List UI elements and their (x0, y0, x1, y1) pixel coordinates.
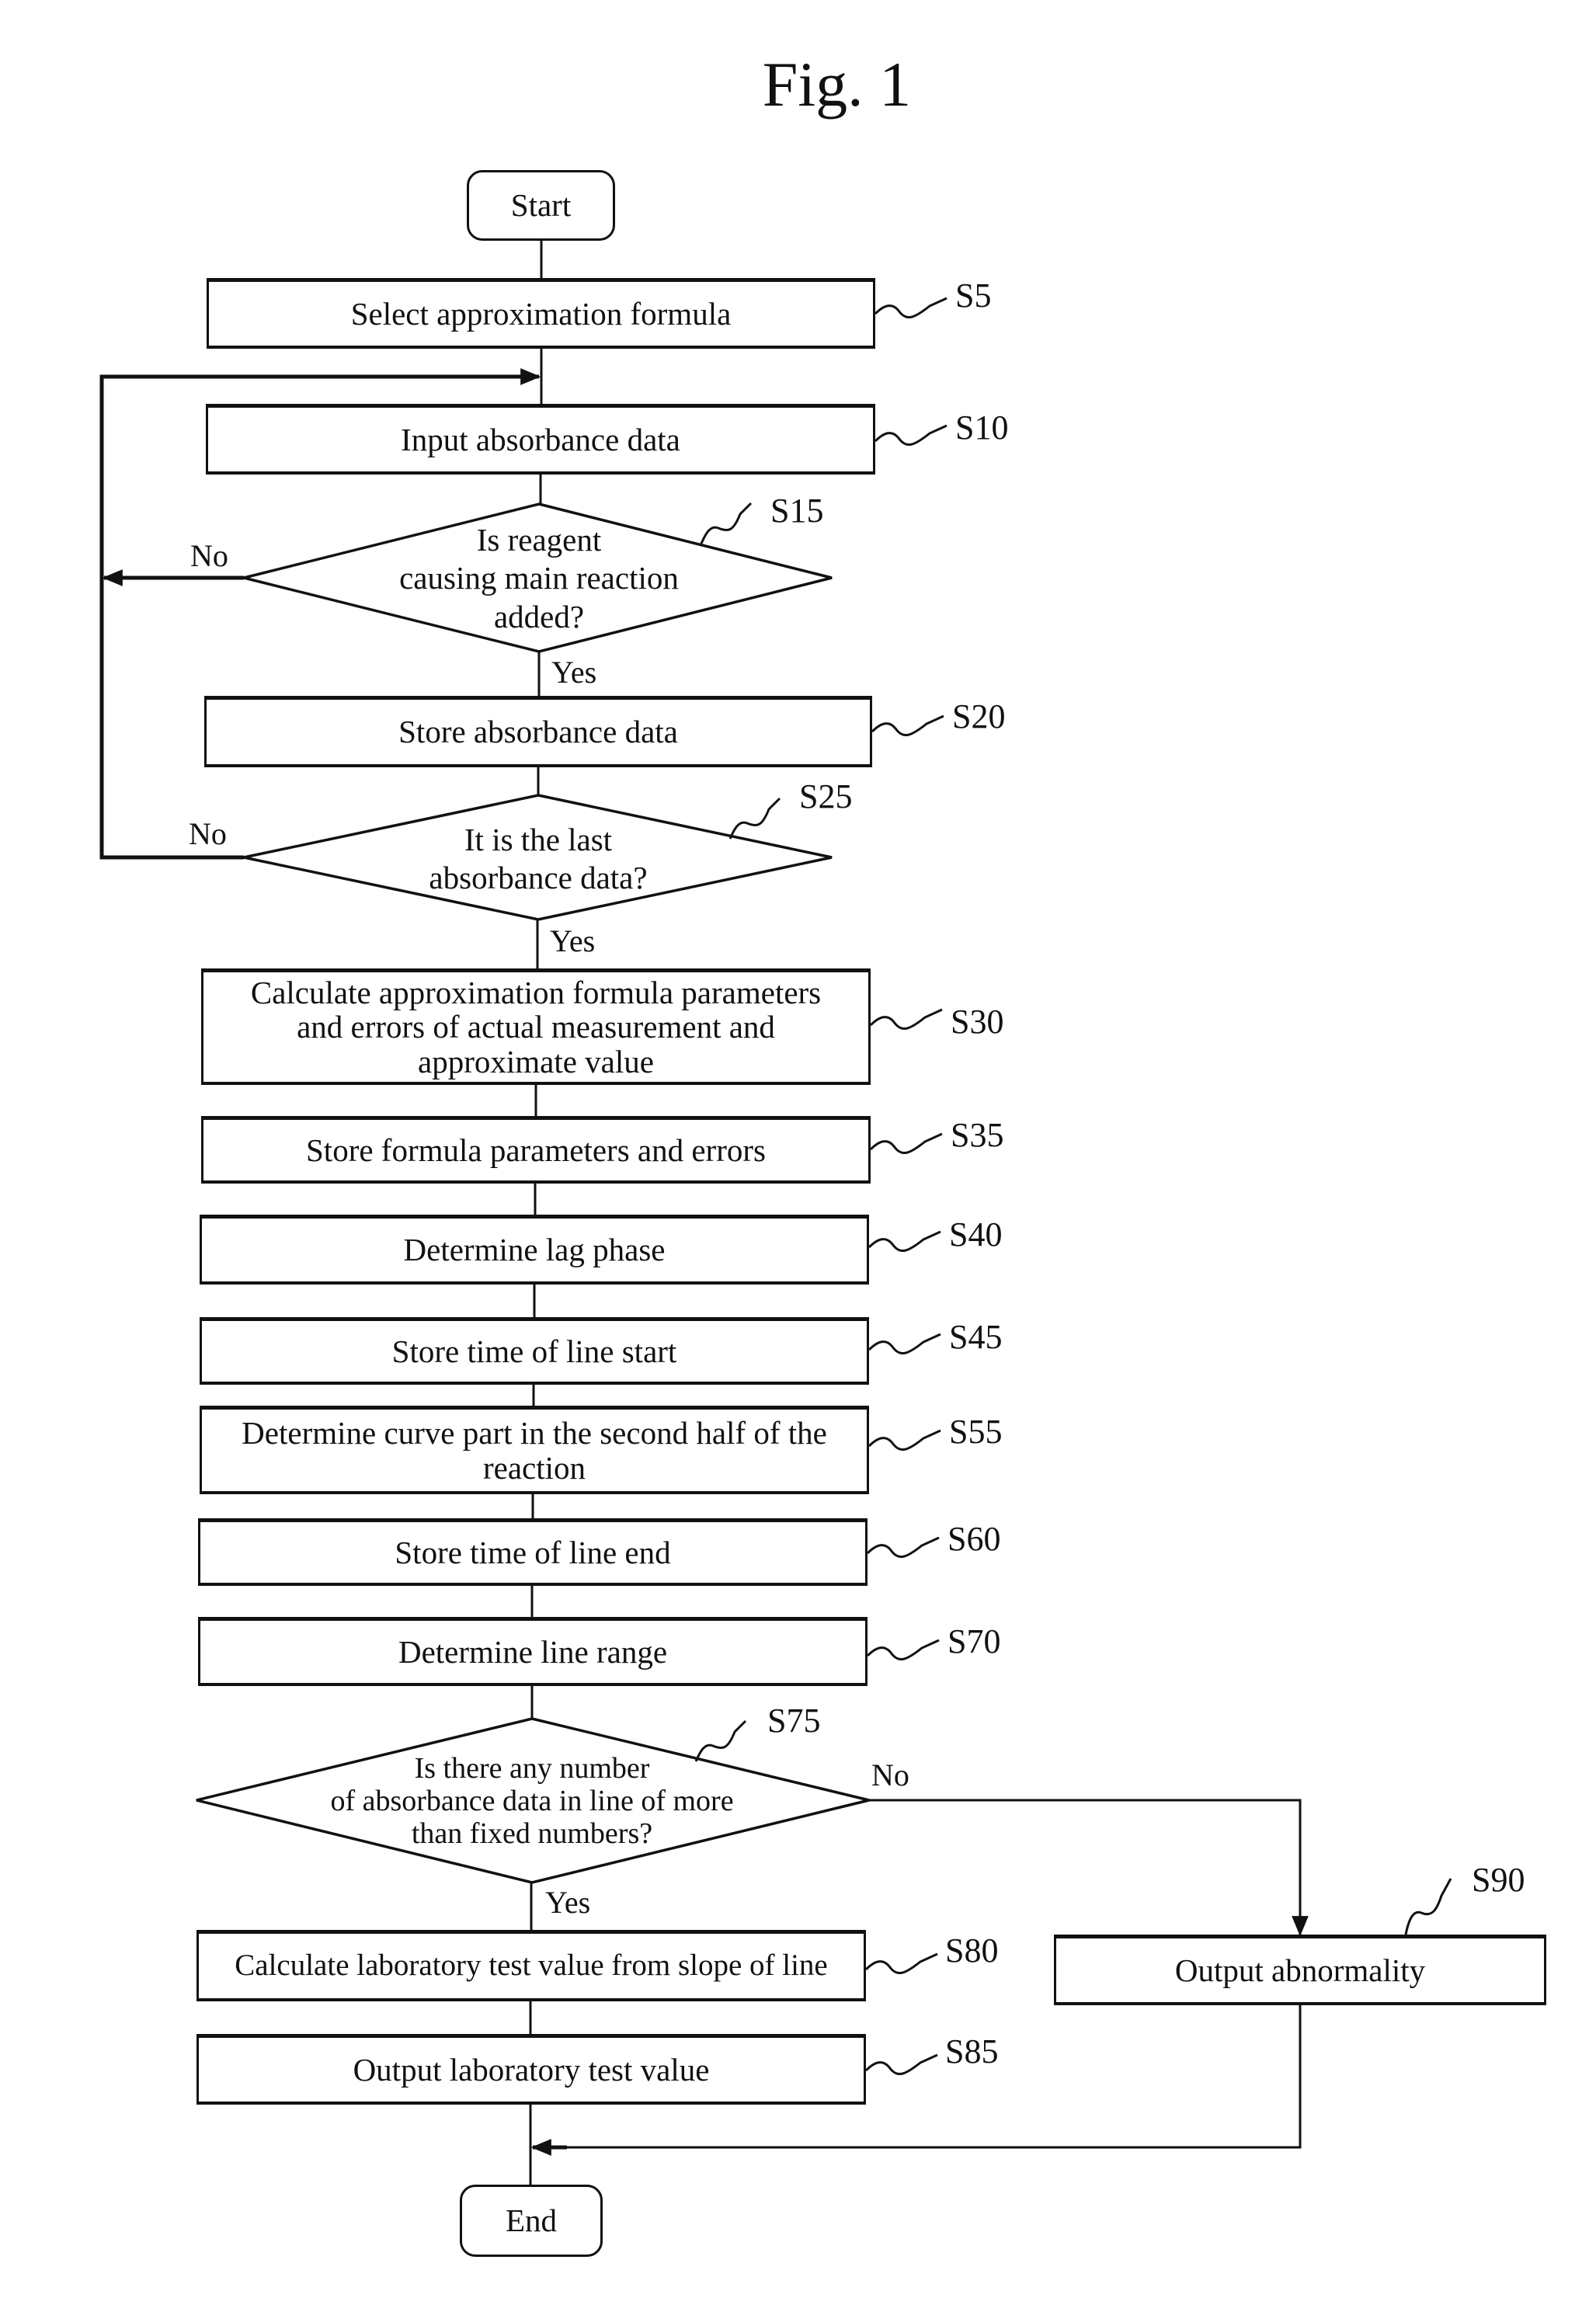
decision-s15-line-1: Is reagent (476, 522, 602, 558)
step-s55-text-line-2: reaction (482, 1449, 586, 1486)
step-id-s40: S40 (949, 1215, 1003, 1253)
step-s80-box: Calculate laboratory test value from slo… (196, 1930, 866, 2001)
decision-s75-line-3: than fixed numbers? (411, 1817, 653, 1850)
leader-s5 (874, 297, 948, 318)
s15-yes-label: Yes (551, 655, 597, 690)
step-s90-text: Output abnormality (1174, 1952, 1426, 1988)
step-s35-text: Store formula parameters and errors (306, 1132, 766, 1168)
step-id-s90: S90 (1472, 1861, 1525, 1899)
step-s85-text: Output laboratory test value (353, 2051, 710, 2088)
step-s5-box: Select approximation formula (207, 278, 875, 349)
start-terminal: Start (467, 170, 615, 241)
step-s5-text: Select approximation formula (350, 295, 732, 332)
decision-s15-line-3: added? (493, 598, 585, 634)
leader-s90 (1404, 1878, 1452, 1935)
step-s20-box: Store absorbance data (204, 696, 872, 767)
step-s45-text: Store time of line start (391, 1333, 677, 1369)
decision-s15-text: Is reagent causing main reaction added? (326, 520, 752, 637)
step-s70-text: Determine line range (398, 1633, 668, 1670)
step-s35-box: Store formula parameters and errors (201, 1116, 871, 1184)
decision-s75-text: Is there any number of absorbance data i… (256, 1747, 808, 1856)
s25-yes-label: Yes (550, 923, 596, 958)
decision-s25-line-2: absorbance data? (429, 860, 648, 895)
step-id-s70: S70 (948, 1622, 1001, 1660)
step-s80-text: Calculate laboratory test value from slo… (235, 1949, 828, 1983)
leader-s45 (868, 1333, 941, 1354)
step-s30-text-line-2: and errors of actual measurement and (297, 1009, 775, 1045)
decision-s15-line-2: causing main reaction (399, 560, 679, 596)
s15-no-label: No (190, 538, 228, 573)
step-id-s20: S20 (952, 697, 1006, 735)
s75-yes-label: Yes (545, 1885, 591, 1920)
decision-s25-line-1: It is the last (464, 821, 613, 857)
end-label: End (505, 2202, 558, 2239)
leader-s30 (869, 1008, 943, 1030)
step-id-s45: S45 (949, 1318, 1003, 1356)
decision-s75-line-2: of absorbance data in line of more (330, 1785, 734, 1818)
leader-s35 (869, 1132, 943, 1154)
s25-no-label: No (189, 816, 227, 851)
step-id-s25: S25 (799, 777, 853, 815)
step-s60-text: Store time of line end (395, 1534, 671, 1570)
start-label: Start (510, 187, 572, 224)
step-s45-box: Store time of line start (200, 1317, 869, 1385)
step-id-s85: S85 (945, 2032, 999, 2070)
step-s20-text: Store absorbance data (398, 714, 678, 750)
connector-s75-no (869, 1799, 1302, 1910)
decision-s75-line-1: Is there any number (414, 1752, 650, 1785)
step-s40-text: Determine lag phase (403, 1232, 666, 1268)
step-id-s55: S55 (949, 1413, 1003, 1451)
step-id-s60: S60 (948, 1520, 1001, 1558)
step-id-s35: S35 (951, 1116, 1004, 1154)
leader-s40 (868, 1230, 941, 1252)
step-s10-box: Input absorbance data (206, 404, 875, 475)
step-id-s30: S30 (951, 1003, 1004, 1041)
leader-s85 (864, 2053, 938, 2075)
step-id-s10: S10 (955, 409, 1009, 447)
step-s10-text: Input absorbance data (401, 421, 680, 457)
step-s55-box: Determine curve part in the second half … (200, 1406, 869, 1494)
step-s85-box: Output laboratory test value (196, 2034, 866, 2105)
decision-s25-text: It is the last absorbance data? (326, 819, 750, 899)
leader-s80 (864, 1952, 938, 1974)
step-s30-text-line-1: Calculate approximation formula paramete… (250, 975, 822, 1011)
step-id-s5: S5 (955, 276, 992, 315)
leader-s55 (868, 1429, 941, 1451)
step-id-s15: S15 (770, 492, 824, 530)
step-s30-text-line-3: approximate value (418, 1043, 654, 1079)
step-id-s75: S75 (767, 1702, 821, 1740)
step-s60-box: Store time of line end (198, 1518, 868, 1586)
step-s40-box: Determine lag phase (200, 1215, 869, 1285)
leader-s10 (874, 424, 948, 446)
leader-s70 (866, 1639, 940, 1660)
step-s30-box: Calculate approximation formula paramete… (201, 968, 871, 1085)
leader-s20 (871, 714, 944, 736)
step-s70-box: Determine line range (198, 1617, 868, 1686)
step-s55-text-line-1: Determine curve part in the second half … (242, 1415, 827, 1451)
leader-s60 (866, 1536, 940, 1558)
step-id-s80: S80 (945, 1931, 999, 1970)
end-terminal: End (460, 2185, 603, 2257)
s75-no-label: No (871, 1757, 909, 1792)
step-s90-box: Output abnormality (1054, 1935, 1546, 2005)
